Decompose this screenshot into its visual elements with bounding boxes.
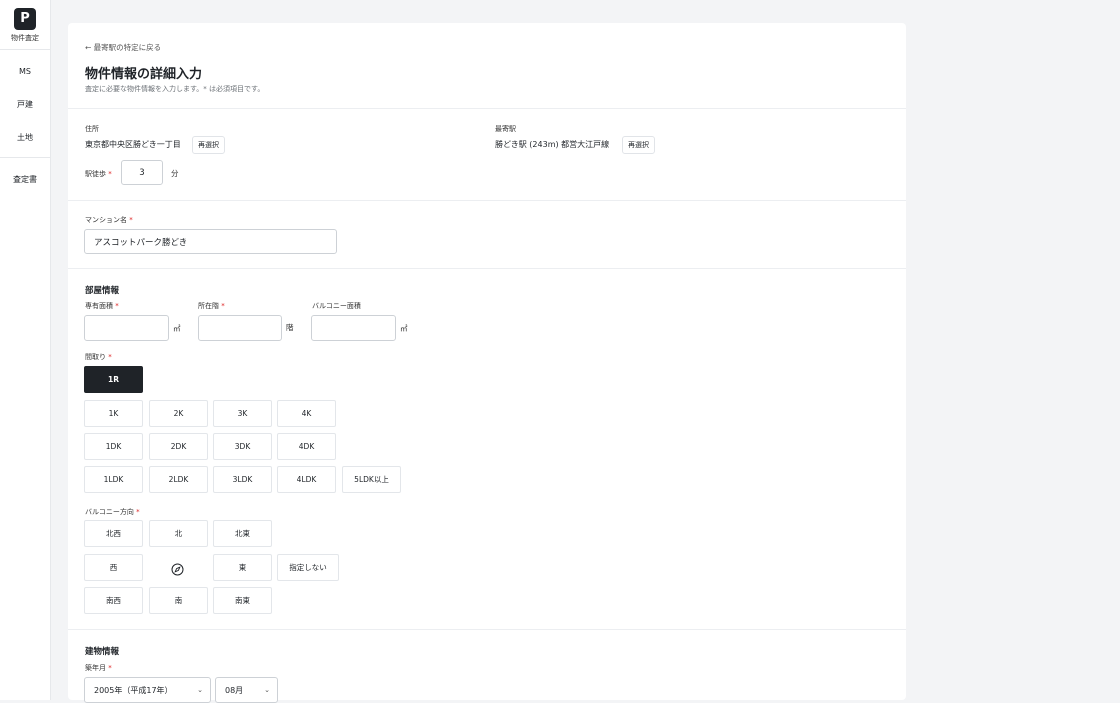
- layout-option[interactable]: 3K: [213, 400, 272, 427]
- mansion-name-input[interactable]: アスコットパーク勝どき: [84, 229, 337, 254]
- sidebar: P 物件査定 MS 戸建 土地 査定書: [0, 0, 51, 700]
- layout-option[interactable]: 1LDK: [84, 466, 143, 493]
- direction-label-text: バルコニー方向: [85, 508, 134, 516]
- mansion-label-text: マンション名: [85, 216, 127, 224]
- layout-option[interactable]: 1DK: [84, 433, 143, 460]
- station-value: 勝どき駅 (243m) 都営大江戸線: [495, 140, 610, 149]
- required-mark: *: [115, 302, 119, 310]
- walk-minutes-input[interactable]: 3: [121, 160, 163, 185]
- sidebar-item-house[interactable]: 戸建: [0, 99, 50, 110]
- direction-option-south[interactable]: 南: [149, 587, 208, 614]
- direction-option-northeast[interactable]: 北東: [213, 520, 272, 547]
- sidebar-divider: [0, 49, 50, 50]
- layout-option[interactable]: 2DK: [149, 433, 208, 460]
- walk-label-text: 駅徒歩: [85, 170, 106, 178]
- required-mark: *: [129, 216, 133, 224]
- layout-option[interactable]: 4K: [277, 400, 336, 427]
- direction-label: バルコニー方向 *: [85, 507, 140, 517]
- section-divider: [68, 200, 906, 201]
- layout-option[interactable]: 2K: [149, 400, 208, 427]
- area-input[interactable]: [84, 315, 169, 341]
- room-section-title: 部屋情報: [85, 286, 120, 296]
- built-month-value: 08月: [225, 685, 244, 695]
- balcony-area-label: バルコニー面積: [312, 302, 361, 310]
- layout-option[interactable]: 5LDK以上: [342, 466, 401, 493]
- address-value: 東京都中央区勝どき一丁目: [85, 140, 181, 149]
- section-divider: [68, 629, 906, 630]
- section-divider: [68, 268, 906, 269]
- built-year-select[interactable]: 2005年（平成17年） ⌄: [84, 677, 211, 703]
- station-reselect-button[interactable]: 再選択: [622, 136, 655, 154]
- section-divider: [68, 108, 906, 109]
- required-mark: *: [108, 170, 112, 178]
- required-mark: *: [136, 508, 140, 516]
- layout-option[interactable]: 3DK: [213, 433, 272, 460]
- chevron-down-icon: ⌄: [197, 686, 203, 694]
- floor-input[interactable]: [198, 315, 282, 341]
- back-link[interactable]: ← 最寄駅の特定に戻る: [85, 42, 161, 53]
- walk-unit: 分: [171, 169, 179, 178]
- logo-icon: P: [14, 8, 36, 30]
- floor-label-text: 所在階: [198, 302, 219, 310]
- page-subtitle: 査定に必要な物件情報を入力します。* は必須項目です。: [85, 85, 265, 93]
- required-mark: *: [108, 353, 112, 361]
- layout-label-text: 間取り: [85, 353, 106, 361]
- built-label: 築年月 *: [85, 663, 112, 673]
- address-label: 住所: [85, 125, 99, 133]
- required-mark: *: [221, 302, 225, 310]
- page-title: 物件情報の詳細入力: [85, 67, 203, 82]
- sidebar-divider: [0, 157, 50, 158]
- layout-option[interactable]: 1K: [84, 400, 143, 427]
- walk-label: 駅徒歩 *: [85, 169, 112, 179]
- balcony-area-unit: ㎡: [400, 324, 408, 333]
- balcony-area-input[interactable]: [311, 315, 396, 341]
- floor-label: 所在階 *: [198, 301, 225, 311]
- area-label-text: 専有面積: [85, 302, 113, 310]
- app-logo[interactable]: P 物件査定: [0, 8, 50, 43]
- direction-option-north[interactable]: 北: [149, 520, 208, 547]
- layout-option[interactable]: 3LDK: [213, 466, 272, 493]
- direction-option-northwest[interactable]: 北西: [84, 520, 143, 547]
- sidebar-item-report[interactable]: 査定書: [0, 174, 50, 185]
- main-card: ← 最寄駅の特定に戻る 物件情報の詳細入力 査定に必要な物件情報を入力します。*…: [68, 23, 906, 703]
- layout-label: 間取り *: [85, 352, 112, 362]
- building-section-title: 建物情報: [85, 647, 120, 657]
- station-label: 最寄駅: [495, 125, 516, 133]
- area-unit: ㎡: [173, 324, 181, 333]
- required-mark: *: [108, 664, 112, 672]
- direction-option-southwest[interactable]: 南西: [84, 587, 143, 614]
- layout-option-1r[interactable]: 1R: [84, 366, 143, 393]
- compass-icon: [171, 561, 184, 576]
- layout-option[interactable]: 2LDK: [149, 466, 208, 493]
- floor-unit: 階: [286, 323, 294, 332]
- direction-option-southeast[interactable]: 南東: [213, 587, 272, 614]
- built-label-text: 築年月: [85, 664, 106, 672]
- built-month-select[interactable]: 08月 ⌄: [215, 677, 278, 703]
- sidebar-item-land[interactable]: 土地: [0, 132, 50, 143]
- sidebar-item-ms[interactable]: MS: [0, 67, 50, 76]
- direction-option-none[interactable]: 指定しない: [277, 554, 339, 581]
- address-reselect-button[interactable]: 再選択: [192, 136, 225, 154]
- direction-option-east[interactable]: 東: [213, 554, 272, 581]
- layout-option[interactable]: 4DK: [277, 433, 336, 460]
- area-label: 専有面積 *: [85, 301, 119, 311]
- mansion-label: マンション名 *: [85, 215, 133, 225]
- layout-option[interactable]: 4LDK: [277, 466, 336, 493]
- built-year-value: 2005年（平成17年）: [94, 685, 173, 695]
- direction-option-west[interactable]: 西: [84, 554, 143, 581]
- logo-caption: 物件査定: [11, 34, 39, 42]
- chevron-down-icon: ⌄: [264, 686, 270, 694]
